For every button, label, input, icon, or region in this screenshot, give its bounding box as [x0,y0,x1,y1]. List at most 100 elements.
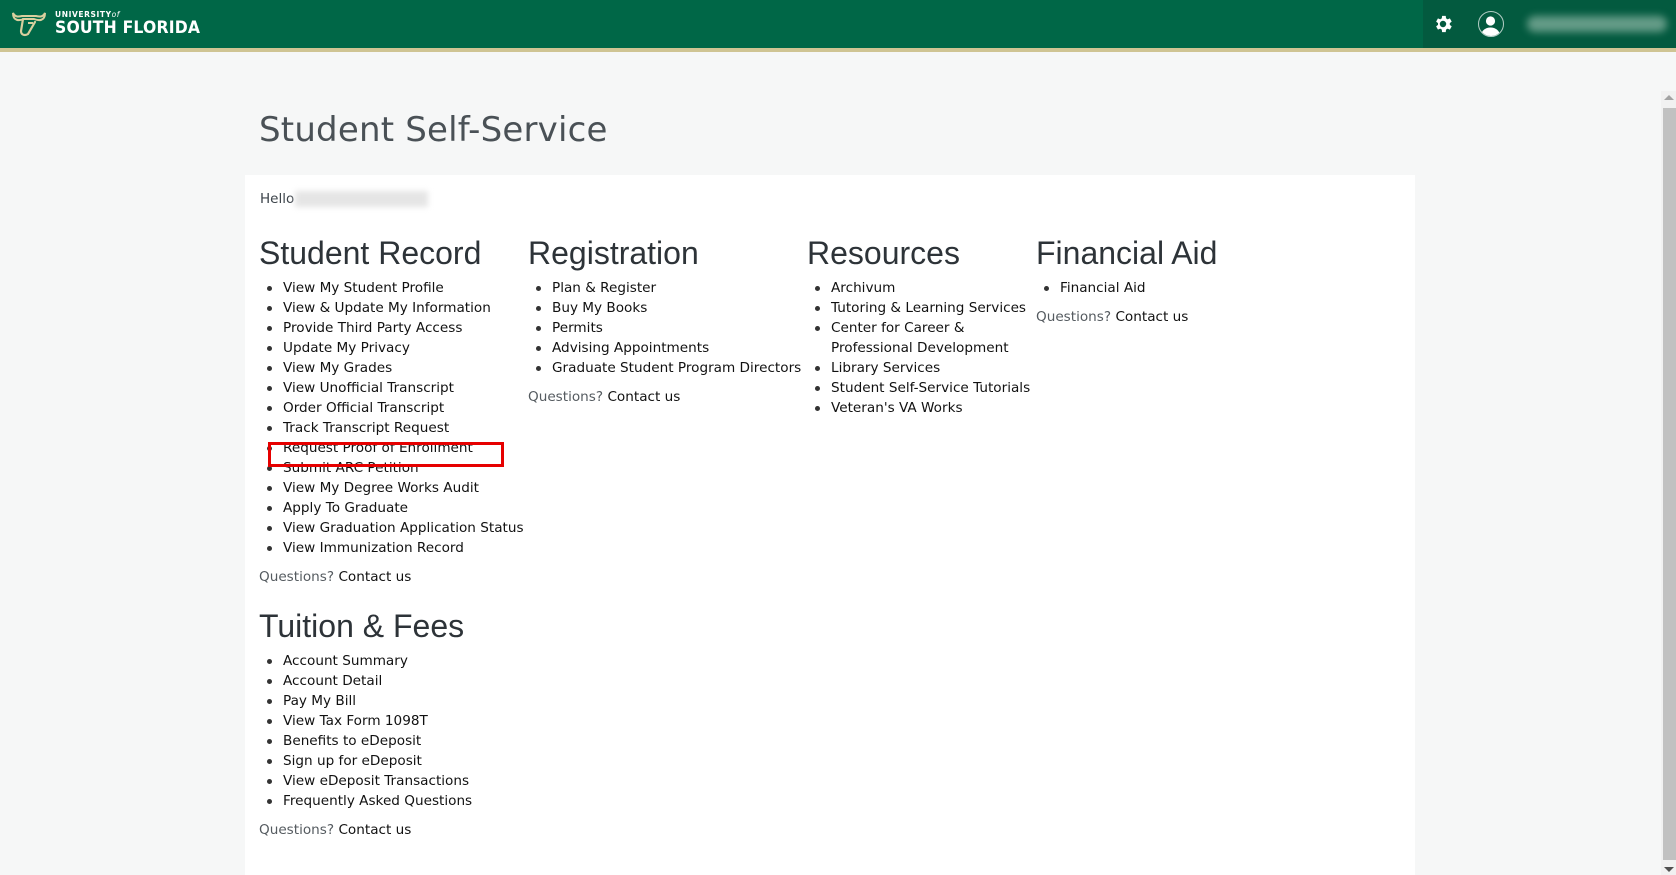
list-item: Veteran's VA Works [815,398,1047,418]
menu-link[interactable]: Pay My Bill [283,693,356,709]
menu-link[interactable]: View My Grades [283,360,392,376]
menu-link[interactable]: Financial Aid [1060,280,1146,296]
list-item: Student Self-Service Tutorials [815,378,1047,398]
page-scrollbar[interactable] [1661,91,1676,875]
list-item: Pay My Bill [266,691,472,711]
user-name-redacted[interactable] [1527,16,1667,32]
list-item: Buy My Books [535,298,801,318]
menu-link[interactable]: Account Detail [283,673,382,689]
list-item: View eDeposit Transactions [266,771,472,791]
contact-us-link[interactable]: Contact us [338,822,411,838]
section-title: Tuition & Fees [259,608,465,644]
list-item: Account Summary [266,651,472,671]
menu-link[interactable]: Account Summary [283,653,408,669]
questions-label: Questions? [528,389,604,405]
menu-link[interactable]: View Tax Form 1098T [283,713,428,729]
gold-accent-stripe [0,48,1676,52]
main-content-panel: Hello Student Record View My Student Pro… [245,175,1415,875]
usf-bull-icon [10,9,48,39]
questions-label: Questions? [259,569,335,585]
list-item: Plan & Register [535,278,801,298]
questions-line: Questions? Contact us [259,567,524,587]
top-navigation-bar: UNIVERSITYof SOUTH FLORIDA [0,0,1676,52]
menu-link[interactable]: Request Proof of Enrollment [283,440,473,456]
menu-link[interactable]: Frequently Asked Questions [283,793,472,809]
registration-links: Plan & Register Buy My Books Permits Advisi… [528,278,801,378]
section-registration: Registration Plan & Register Buy My Books… [528,235,801,407]
menu-link[interactable]: Center for Career & Professional Develop… [831,320,1009,356]
greeting: Hello [260,191,429,207]
section-title: Student Record [259,235,482,271]
menu-link[interactable]: Student Self-Service Tutorials [831,380,1030,396]
menu-link[interactable]: Track Transcript Request [283,420,449,436]
section-title: Financial Aid [1036,235,1218,271]
gear-icon[interactable] [1432,13,1454,35]
contact-us-link[interactable]: Contact us [1115,309,1188,325]
menu-link[interactable]: Sign up for eDeposit [283,753,422,769]
contact-us-link[interactable]: Contact us [607,389,680,405]
questions-label: Questions? [1036,309,1112,325]
menu-link[interactable]: Veteran's VA Works [831,400,963,416]
greeting-text: Hello [260,191,295,207]
section-title: Resources [807,235,960,271]
contact-us-link[interactable]: Contact us [338,569,411,585]
list-item: View Graduation Application Status [267,518,524,538]
list-item: Graduate Student Program Directors [535,358,801,378]
list-item: View My Student Profile [267,278,524,298]
logo-line2: SOUTH FLORIDA [55,18,201,39]
list-item: Permits [535,318,801,338]
menu-link[interactable]: Permits [552,320,603,336]
section-student-record: Student Record View My Student Profile Vi… [259,235,524,587]
list-item: View & Update My Information [267,298,524,318]
list-item: Provide Third Party Access [267,318,524,338]
list-item: Frequently Asked Questions [266,791,472,811]
menu-link[interactable]: Library Services [831,360,940,376]
menu-link[interactable]: Buy My Books [552,300,647,316]
student-record-links: View My Student Profile View & Update My … [259,278,524,558]
menu-link[interactable]: Tutoring & Learning Services [831,300,1026,316]
menu-link[interactable]: Update My Privacy [283,340,410,356]
scrollbar-thumb[interactable] [1663,108,1676,860]
menu-link[interactable]: View Graduation Application Status [283,520,524,536]
list-item: Submit ARC Petition [267,458,524,478]
menu-link[interactable]: Submit ARC Petition [283,460,419,476]
menu-link[interactable]: Graduate Student Program Directors [552,360,801,376]
financial-aid-links: Financial Aid [1036,278,1217,298]
menu-link[interactable]: View My Student Profile [283,280,444,296]
menu-link[interactable]: View Immunization Record [283,540,464,556]
menu-link[interactable]: Order Official Transcript [283,400,444,416]
scroll-down-arrow-icon[interactable] [1664,867,1674,872]
list-item: Update My Privacy [267,338,524,358]
questions-line: Questions? Contact us [259,820,472,840]
list-item: Financial Aid [1043,278,1217,298]
list-item: Library Services [815,358,1047,378]
menu-link[interactable]: Provide Third Party Access [283,320,462,336]
menu-link[interactable]: View My Degree Works Audit [283,480,479,496]
student-name-redacted [295,191,429,207]
questions-line: Questions? Contact us [1036,307,1217,327]
menu-link[interactable]: View eDeposit Transactions [283,773,469,789]
user-avatar-icon[interactable] [1478,11,1504,37]
list-item: View Tax Form 1098T [266,711,472,731]
menu-link[interactable]: Apply To Graduate [283,500,408,516]
menu-link[interactable]: Archivum [831,280,895,296]
list-item: View Immunization Record [267,538,524,558]
logo-wordmark: UNIVERSITYof SOUTH FLORIDA [55,11,213,38]
list-item: View My Grades [267,358,524,378]
menu-link[interactable]: Benefits to eDeposit [283,733,421,749]
list-item: Order Official Transcript [267,398,524,418]
menu-link[interactable]: Plan & Register [552,280,656,296]
list-item: Tutoring & Learning Services [815,298,1047,318]
menu-link[interactable]: View Unofficial Transcript [283,380,454,396]
list-item: Sign up for eDeposit [266,751,472,771]
list-item: Track Transcript Request [267,418,524,438]
section-tuition-fees: Tuition & Fees Account Summary Account De… [259,608,472,840]
menu-link[interactable]: View & Update My Information [283,300,491,316]
list-item: View Unofficial Transcript [267,378,524,398]
usf-logo[interactable]: UNIVERSITYof SOUTH FLORIDA [10,6,213,42]
resources-links: Archivum Tutoring & Learning Services Cent… [807,278,1047,418]
questions-line: Questions? Contact us [528,387,801,407]
section-title: Registration [528,235,699,271]
menu-link[interactable]: Advising Appointments [552,340,709,356]
scroll-up-arrow-icon[interactable] [1664,95,1674,100]
